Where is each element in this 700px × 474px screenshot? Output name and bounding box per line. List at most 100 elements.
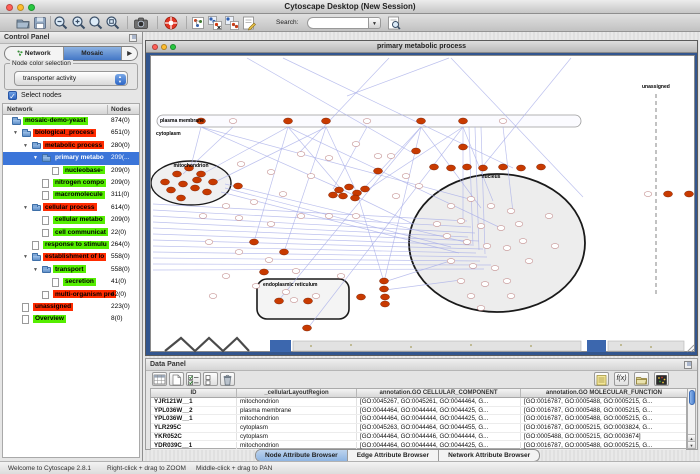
graph-node[interactable] (515, 222, 523, 227)
network-tree-row[interactable]: response to stimulu264(0) (3, 239, 139, 251)
graph-node[interactable] (487, 204, 495, 209)
network-tree-row[interactable]: ▼primary metabo209(... (3, 152, 139, 164)
search-options-dropdown[interactable]: ▼ (369, 17, 381, 29)
graph-node[interactable] (469, 264, 477, 269)
network-tree-row[interactable]: nitrogen compo209(0) (3, 177, 139, 189)
graph-node[interactable] (412, 148, 421, 154)
graph-node[interactable] (503, 279, 511, 284)
tree-column-nodes[interactable]: Nodes (111, 106, 131, 113)
graph-node[interactable] (352, 142, 360, 147)
graph-node[interactable] (197, 171, 206, 177)
graph-node[interactable] (234, 183, 243, 189)
import-attributes-icon[interactable] (634, 372, 649, 386)
network-tree-row[interactable]: cell communicat22(0) (3, 227, 139, 239)
graph-node[interactable] (430, 164, 439, 170)
graph-node[interactable] (459, 118, 468, 124)
graph-node[interactable] (447, 259, 455, 264)
resize-grip-icon[interactable] (687, 345, 694, 352)
network-tree-row[interactable]: mosaic-demo-yeast874(0) (3, 115, 139, 127)
graph-node[interactable] (507, 294, 515, 299)
table-scrollbar[interactable]: ▲ ▼ (687, 388, 696, 449)
graph-node[interactable] (447, 204, 455, 209)
column-divider[interactable] (107, 105, 108, 114)
disclosure-arrow[interactable]: ▼ (33, 155, 38, 161)
graph-node[interactable] (483, 244, 491, 249)
disclosure-arrow[interactable]: ▼ (23, 205, 28, 211)
network-tree-row[interactable]: cellular metabo209(0) (3, 214, 139, 226)
graph-node[interactable] (415, 184, 423, 189)
graph-node[interactable] (447, 165, 456, 171)
scroll-down-arrow[interactable]: ▼ (688, 441, 695, 448)
disclosure-arrow[interactable]: ▼ (13, 130, 18, 136)
graph-node[interactable] (685, 191, 694, 197)
network-tree-row[interactable]: macromolecule311(0) (3, 189, 139, 201)
graph-node[interactable] (252, 284, 260, 289)
scroll-up-arrow[interactable]: ▲ (688, 434, 695, 441)
table-row[interactable]: YJR121W__1mitochondrion[GO:0045267, GO:0… (151, 398, 686, 407)
graph-node[interactable] (337, 274, 345, 279)
network-tree-row[interactable]: ▼biological_process651(0) (3, 127, 139, 139)
graph-node[interactable] (481, 282, 489, 287)
graph-node[interactable] (267, 170, 275, 175)
graph-node[interactable] (322, 118, 331, 124)
graph-node[interactable] (545, 214, 553, 219)
graph-node[interactable] (345, 184, 354, 190)
network-tree-row[interactable]: ▼metabolic process280(0) (3, 140, 139, 152)
graph-node[interactable] (477, 224, 485, 229)
help-lifesaver-icon[interactable] (163, 15, 179, 31)
graph-node[interactable] (209, 179, 218, 185)
graph-node[interactable] (497, 226, 505, 231)
disclosure-arrow[interactable]: ▼ (33, 267, 38, 273)
graph-node[interactable] (280, 249, 289, 255)
graph-node[interactable] (235, 250, 243, 255)
graph-node[interactable] (361, 186, 370, 192)
graph-node[interactable] (284, 118, 293, 124)
network-tree-row[interactable]: ▼transport558(0) (3, 264, 139, 276)
graph-node[interactable] (199, 214, 207, 219)
graph-node[interactable] (463, 164, 472, 170)
tree-column-network[interactable]: Network (7, 106, 33, 113)
graph-node[interactable] (517, 165, 526, 171)
table-row[interactable]: YPL036W__2plasma membrane[GO:0044464, GO… (151, 407, 686, 416)
graph-node[interactable] (297, 152, 305, 157)
merge-attributes-icon[interactable] (224, 15, 240, 31)
graph-node[interactable] (499, 119, 507, 124)
graph-node[interactable] (290, 298, 298, 303)
graph-node[interactable] (292, 269, 300, 274)
tab-network-attribute-browser[interactable]: Network Attribute Browser (439, 450, 539, 461)
tab-network[interactable]: Network (5, 47, 64, 60)
save-icon[interactable] (32, 15, 48, 31)
network-view-window[interactable]: primary metabolic process plasma membran… (145, 40, 698, 356)
graph-node[interactable] (329, 192, 338, 198)
graph-node[interactable] (380, 286, 389, 292)
zoom-out-icon[interactable] (53, 15, 69, 31)
attribute-table-icon[interactable] (152, 372, 167, 386)
graph-node[interactable] (457, 219, 465, 224)
graph-node[interactable] (363, 119, 371, 124)
search-input[interactable] (307, 17, 369, 29)
table-row[interactable]: YLR295Ccytoplasm[GO:0045263, GO:0044464,… (151, 424, 686, 433)
unselect-attributes-icon[interactable] (203, 372, 218, 386)
graph-node[interactable] (191, 185, 200, 191)
graph-node[interactable] (381, 301, 390, 307)
tab-node-attribute-browser[interactable]: Node Attribute Browser (256, 450, 348, 461)
graph-node[interactable] (479, 165, 488, 171)
graph-node[interactable] (537, 164, 546, 170)
graph-node[interactable] (467, 197, 475, 202)
graph-node[interactable] (507, 209, 515, 214)
graph-node[interactable] (387, 154, 395, 159)
graph-node[interactable] (209, 294, 217, 299)
column-header[interactable]: annotation.GO CELLULAR_COMPONENT (357, 389, 521, 398)
graph-node[interactable] (463, 240, 471, 245)
graph-node[interactable] (525, 259, 533, 264)
graph-node[interactable] (250, 239, 259, 245)
tab-edge-attribute-browser[interactable]: Edge Attribute Browser (348, 450, 439, 461)
network-tree-row[interactable]: multi-organism pro42(0) (3, 289, 139, 301)
graph-node[interactable] (279, 192, 287, 197)
delete-attribute-icon[interactable] (220, 372, 235, 386)
graph-node[interactable] (173, 171, 182, 177)
float-panel-icon[interactable] (129, 34, 137, 42)
tab-mosaic[interactable]: Mosaic (64, 47, 123, 60)
column-header[interactable]: _cellularLayoutRegion (237, 389, 357, 398)
graph-node[interactable] (177, 195, 186, 201)
